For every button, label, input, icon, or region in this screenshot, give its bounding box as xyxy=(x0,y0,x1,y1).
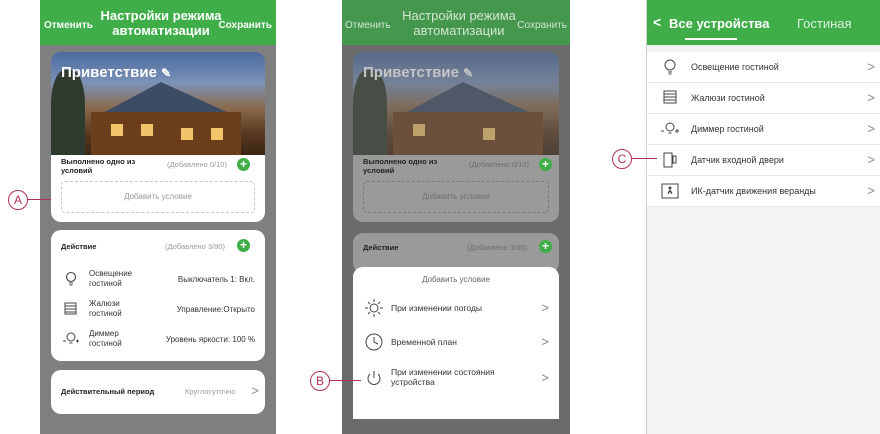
callout-c-line xyxy=(631,158,657,159)
add-action-plus-icon: + xyxy=(539,240,552,253)
callout-b: B xyxy=(310,371,330,391)
action-row[interactable]: Освещение гостиной Выключатель 1: Вкл. xyxy=(51,266,265,294)
action-device: Диммер гостиной xyxy=(89,329,122,348)
tab-room[interactable]: Гостиная xyxy=(797,16,852,31)
scene-cover-image: Приветствие ✎ xyxy=(353,52,559,155)
chevron-right-icon: > xyxy=(541,300,549,315)
back-chevron-icon[interactable]: < xyxy=(653,14,661,30)
device-row[interactable]: Диммер гостиной > xyxy=(647,114,880,145)
screen-automation-settings: Отменить Настройки режима автоматизации … xyxy=(40,0,276,434)
device-label: Жалюзи гостиной xyxy=(691,93,765,103)
sheet-item-label: При изменении погоды xyxy=(391,303,482,313)
scene-name[interactable]: Приветствие ✎ xyxy=(61,64,171,81)
chevron-right-icon: > xyxy=(867,59,875,74)
callout-a: A xyxy=(8,190,28,210)
device-row[interactable]: Освещение гостиной > xyxy=(647,52,880,83)
action-card: Действие (Добавлено 3/80) + Освещение го… xyxy=(51,230,265,361)
sheet-title: Добавить условие xyxy=(422,275,490,284)
action-header: Действие xyxy=(61,242,97,251)
sheet-item-device-state[interactable]: При изменении состояния устройства > xyxy=(353,361,559,395)
device-row[interactable]: Датчик входной двери > xyxy=(647,145,880,176)
top-bar: Отменить Настройки режима автоматизации … xyxy=(342,0,570,45)
chevron-right-icon: > xyxy=(867,183,875,198)
add-condition-button: Добавить условие xyxy=(363,181,549,213)
action-count: (Добавлено 3/80) xyxy=(467,243,527,252)
bulb-icon xyxy=(664,59,676,75)
scene-name: Приветствие ✎ xyxy=(363,64,474,81)
device-label: ИК-датчик движения веранды xyxy=(691,186,816,196)
callout-b-line xyxy=(329,380,361,381)
condition-header: Выполнено одно из условий xyxy=(363,157,438,175)
action-value: Управление:Открыто xyxy=(176,305,255,314)
door-sensor-icon xyxy=(663,152,677,168)
scene-cover-image: Приветствие ✎ xyxy=(51,52,265,155)
device-label: Освещение гостиной xyxy=(691,62,779,72)
device-row[interactable]: ИК-датчик движения веранды > xyxy=(647,176,880,207)
active-tab-underline xyxy=(685,38,737,40)
screen-add-condition: Отменить Настройки режима автоматизации … xyxy=(342,0,570,434)
device-label: Диммер гостиной xyxy=(691,124,764,134)
condition-card: Выполнено одно из условий (Добавлено 0/1… xyxy=(51,155,265,222)
device-label: Датчик входной двери xyxy=(691,155,784,165)
page-title: Настройки режима автоматизации xyxy=(100,8,222,38)
sheet-item-label: При изменении состояния устройства xyxy=(391,367,495,387)
action-value: Уровень яркости: 100 % xyxy=(165,335,255,344)
action-row[interactable]: Диммер гостиной Уровень яркости: 100 % xyxy=(51,326,265,354)
chevron-right-icon: > xyxy=(251,383,259,398)
add-condition-plus-icon: + xyxy=(539,158,552,171)
chevron-right-icon: > xyxy=(541,334,549,349)
callout-a-line xyxy=(27,199,51,200)
sheet-item-schedule[interactable]: Временной план > xyxy=(353,327,559,357)
back-all-devices[interactable]: Все устройства xyxy=(669,16,769,31)
blinds-icon xyxy=(663,90,677,104)
power-icon xyxy=(367,371,381,385)
condition-header: Выполнено одно из условий xyxy=(61,157,136,175)
add-condition-button[interactable]: Добавить условие xyxy=(61,181,255,213)
action-value: Выключатель 1: Вкл. xyxy=(177,275,255,284)
blinds-icon xyxy=(64,302,77,315)
edit-icon[interactable]: ✎ xyxy=(161,66,171,80)
valid-period-label: Действительный период xyxy=(61,387,155,396)
dimmer-icon xyxy=(661,122,679,134)
action-count: (Добавлено 3/80) xyxy=(165,242,225,251)
chevron-right-icon: > xyxy=(867,152,875,167)
screen-device-list: < Все устройства Гостиная Освещение гост… xyxy=(646,0,880,434)
add-condition-plus-icon[interactable]: + xyxy=(237,158,250,171)
condition-count: (Добавлено 0/10) xyxy=(167,160,227,169)
motion-sensor-icon xyxy=(661,183,679,199)
sheet-item-weather[interactable]: При изменении погоды > xyxy=(353,293,559,323)
top-bar: < Все устройства Гостиная xyxy=(647,0,880,45)
device-row[interactable]: Жалюзи гостиной > xyxy=(647,83,880,114)
chevron-right-icon: > xyxy=(867,121,875,136)
page-title: Настройки режима автоматизации xyxy=(402,8,516,38)
chevron-right-icon: > xyxy=(541,370,549,385)
callout-c: C xyxy=(612,149,632,169)
chevron-right-icon: > xyxy=(867,90,875,105)
valid-period-value: Круглосуточно xyxy=(185,387,236,396)
cancel-button[interactable]: Отменить xyxy=(345,20,391,31)
condition-count: (Добавлено 0/10) xyxy=(469,160,529,169)
valid-period-row[interactable]: Действительный период Круглосуточно > xyxy=(51,370,265,414)
add-condition-sheet: Добавить условие При изменении погоды > … xyxy=(353,267,559,419)
action-header: Действие xyxy=(363,243,399,252)
save-button[interactable]: Сохранить xyxy=(517,20,567,31)
clock-icon xyxy=(365,333,383,351)
dimmer-icon xyxy=(63,332,79,344)
condition-card: Выполнено одно из условий (Добавлено 0/1… xyxy=(353,155,559,222)
action-device: Освещение гостиной xyxy=(89,269,133,288)
edit-icon: ✎ xyxy=(463,66,474,80)
top-bar: Отменить Настройки режима автоматизации … xyxy=(40,0,276,45)
weather-icon xyxy=(365,299,383,317)
action-row[interactable]: Жалюзи гостиной Управление:Открыто xyxy=(51,296,265,324)
add-action-plus-icon[interactable]: + xyxy=(237,239,250,252)
action-device: Жалюзи гостиной xyxy=(89,299,122,318)
bulb-icon xyxy=(65,271,77,286)
cancel-button[interactable]: Отменить xyxy=(44,20,93,31)
save-button[interactable]: Сохранить xyxy=(218,20,272,31)
sheet-item-label: Временной план xyxy=(391,337,457,347)
